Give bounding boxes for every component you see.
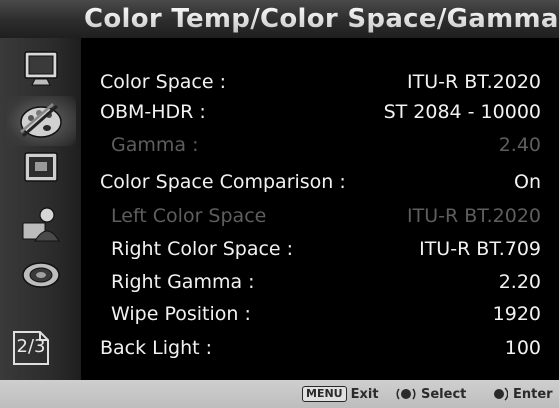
menu-row-left-color-space: Left Color Space ITU-R BT.2020 xyxy=(81,202,559,232)
picture-icon[interactable] xyxy=(10,146,72,192)
menu-row-label: Color Space Comparison : xyxy=(100,171,346,193)
title-bar: Color Temp/Color Space/Gamma xyxy=(0,0,559,39)
menu-row-label: Color Space : xyxy=(100,71,226,93)
menu-row-value: 100 xyxy=(504,337,541,359)
gear-icon[interactable] xyxy=(10,252,72,298)
menu-key-icon: MENU xyxy=(302,386,347,402)
menu-row-value: ITU-R BT.709 xyxy=(419,238,541,260)
menu-row-label: Right Color Space : xyxy=(111,238,294,260)
menu-row-label: Gamma : xyxy=(111,134,199,156)
sidebar: 2/3 xyxy=(0,38,81,380)
press-knob-icon xyxy=(494,387,508,401)
select-label: Select xyxy=(421,386,467,402)
menu-row-value: 2.20 xyxy=(498,271,541,293)
select-hint[interactable]: Select xyxy=(396,384,466,404)
menu-row-label: Right Gamma : xyxy=(111,271,255,293)
menu-row-right-color-space[interactable]: Right Color Space : ITU-R BT.709 xyxy=(81,235,559,265)
menu-list: Color Space : ITU-R BT.2020 OBM-HDR : ST… xyxy=(81,38,559,380)
exit-label: Exit xyxy=(350,386,379,402)
menu-row-label: Wipe Position : xyxy=(111,303,251,325)
menu-row-label: OBM-HDR : xyxy=(100,101,206,123)
menu-row-back-light[interactable]: Back Light : 100 xyxy=(81,334,559,364)
menu-row-value: 2.40 xyxy=(498,134,541,156)
exit-hint[interactable]: MENU Exit xyxy=(302,384,379,404)
menu-row-value: ITU-R BT.2020 xyxy=(407,205,541,227)
menu-row-obm-hdr[interactable]: OBM-HDR : ST 2084 - 10000 xyxy=(81,98,559,128)
osd-screen: Color Temp/Color Space/Gamma 2/3 Color S… xyxy=(0,0,559,408)
menu-row-value: On xyxy=(514,171,541,193)
enter-label: Enter xyxy=(513,386,553,402)
menu-row-color-space[interactable]: Color Space : ITU-R BT.2020 xyxy=(81,68,559,98)
user-icon[interactable] xyxy=(10,200,72,246)
menu-row-label: Left Color Space xyxy=(111,205,267,227)
monitor-icon[interactable] xyxy=(10,46,72,92)
menu-row-wipe-position[interactable]: Wipe Position : 1920 xyxy=(81,300,559,330)
menu-row-color-space-comparison[interactable]: Color Space Comparison : On xyxy=(81,168,559,198)
palette-icon[interactable] xyxy=(6,96,76,146)
menu-row-value: ST 2084 - 10000 xyxy=(383,101,541,123)
menu-row-gamma: Gamma : 2.40 xyxy=(81,131,559,161)
page-indicator: 2/3 xyxy=(12,330,50,366)
enter-hint[interactable]: Enter xyxy=(490,384,553,404)
menu-row-value: ITU-R BT.2020 xyxy=(407,71,541,93)
menu-row-value: 1920 xyxy=(492,303,541,325)
menu-title: Color Temp/Color Space/Gamma xyxy=(84,4,559,34)
page-indicator-label: 2/3 xyxy=(16,336,46,357)
rotate-knob-icon xyxy=(396,388,416,400)
menu-row-right-gamma[interactable]: Right Gamma : 2.20 xyxy=(81,268,559,298)
footer-hint-bar: MENU Exit Select Enter xyxy=(0,380,559,408)
menu-row-label: Back Light : xyxy=(100,337,213,359)
